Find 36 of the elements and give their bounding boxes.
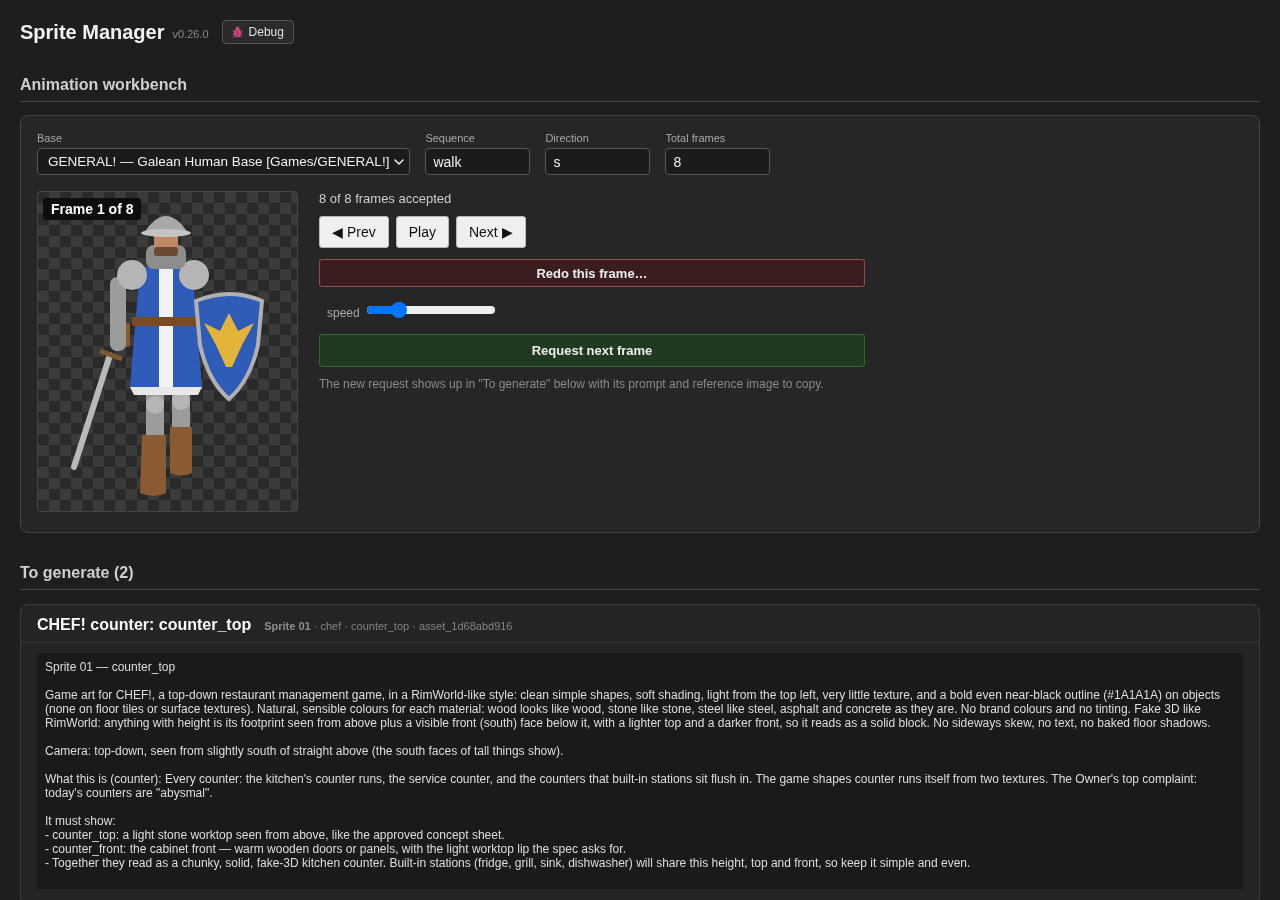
asset-meta: Sprite 01 · chef · counter_top · asset_1d68abd916 bbox=[264, 620, 513, 632]
hint-text: The new request shows up in "To generate" below with its prompt and reference image to copy. bbox=[319, 377, 824, 391]
text-field[interactable]: 8 bbox=[665, 148, 771, 175]
field-label: Direction bbox=[545, 132, 589, 145]
list-item: - counter_front: the cabinet front — warm wooden doors or panels, with the light worktop lip the spec asks for. bbox=[45, 842, 627, 856]
section-heading: Animation workbench bbox=[20, 76, 188, 94]
debug-button[interactable]: Debug bbox=[221, 20, 294, 44]
nav-button[interactable]: Next ▶ bbox=[455, 216, 526, 248]
list-item: - counter_top: a light stone worktop seen from above, like the approved concept sheet. bbox=[45, 828, 506, 842]
version-label: v0.26.0 bbox=[172, 28, 209, 40]
card-title: CHEF! counter: counter_top bbox=[37, 615, 252, 635]
status-text: 8 of 8 frames accepted bbox=[319, 191, 452, 206]
speed-label: speed bbox=[327, 306, 360, 320]
speed-slider[interactable] bbox=[366, 302, 495, 318]
nav-button[interactable]: Play bbox=[395, 216, 449, 248]
frame-badge: Frame 1 of 8 bbox=[43, 198, 142, 220]
bug-icon bbox=[231, 26, 243, 38]
prompt-paragraph: Camera: top-down, seen from slightly south of straight above (the south faces of tall things show). bbox=[45, 744, 565, 758]
field-label: Sequence bbox=[425, 132, 475, 145]
section-heading: To generate (2) bbox=[20, 564, 134, 582]
base-select[interactable]: GENERAL! — Galean Human Base [Games/GENERAL!] bbox=[37, 148, 411, 175]
prompt-title: Sprite 01 — counter_top bbox=[45, 660, 177, 674]
prompt-paragraph: Game art for CHEF!, a top-down restaurant management game, in a RimWorld-like style: clean simple shapes, soft shading, light from the top left, very little texture, and a bold even near-black outline (#1A1A1A) on objects (none on floor tiles or surface textures). Natural, sensible colours for each material: wood looks like wood, stone like stone, steel like steel, asphalt and concrete as they are. No brand colours and no tinting. Fake 3D like RimWorld: anything with height is its footprint seen from above plus a visible front (south) face below it, with a lighter top and a darker front, so it reads as a solid block. No sideways skew, no text, no baked floor shadows. bbox=[45, 688, 1222, 730]
nav-button[interactable]: ◀ Prev bbox=[319, 216, 389, 248]
prompt-paragraph: What this is (counter): Every counter: the kitchen's counter runs, the service counter, and the counters that built-in stations sit flush in. The game shapes counter runs itself from two textures. The Owner's top complaint: today's counters are "abysmal". bbox=[45, 772, 1199, 800]
text-field[interactable]: walk bbox=[425, 148, 531, 175]
list-heading: It must show: bbox=[45, 814, 117, 828]
field-label: Base bbox=[37, 132, 63, 145]
text-field[interactable]: s bbox=[545, 148, 651, 175]
request-button[interactable]: Request next frame bbox=[319, 334, 865, 367]
redo-button[interactable]: Redo this frame… bbox=[319, 259, 865, 287]
slider-thumb[interactable] bbox=[391, 302, 408, 318]
list-item: - Together they read as a chunky, solid, fake-3D kitchen counter. Built-in stations (fridge, grill, sink, dishwasher) will share this height, top and front, so keep it simple and even. bbox=[45, 856, 972, 870]
app-title: Sprite Manager bbox=[20, 20, 165, 44]
chevron-icon bbox=[394, 158, 405, 165]
field-label: Total frames bbox=[665, 132, 726, 145]
